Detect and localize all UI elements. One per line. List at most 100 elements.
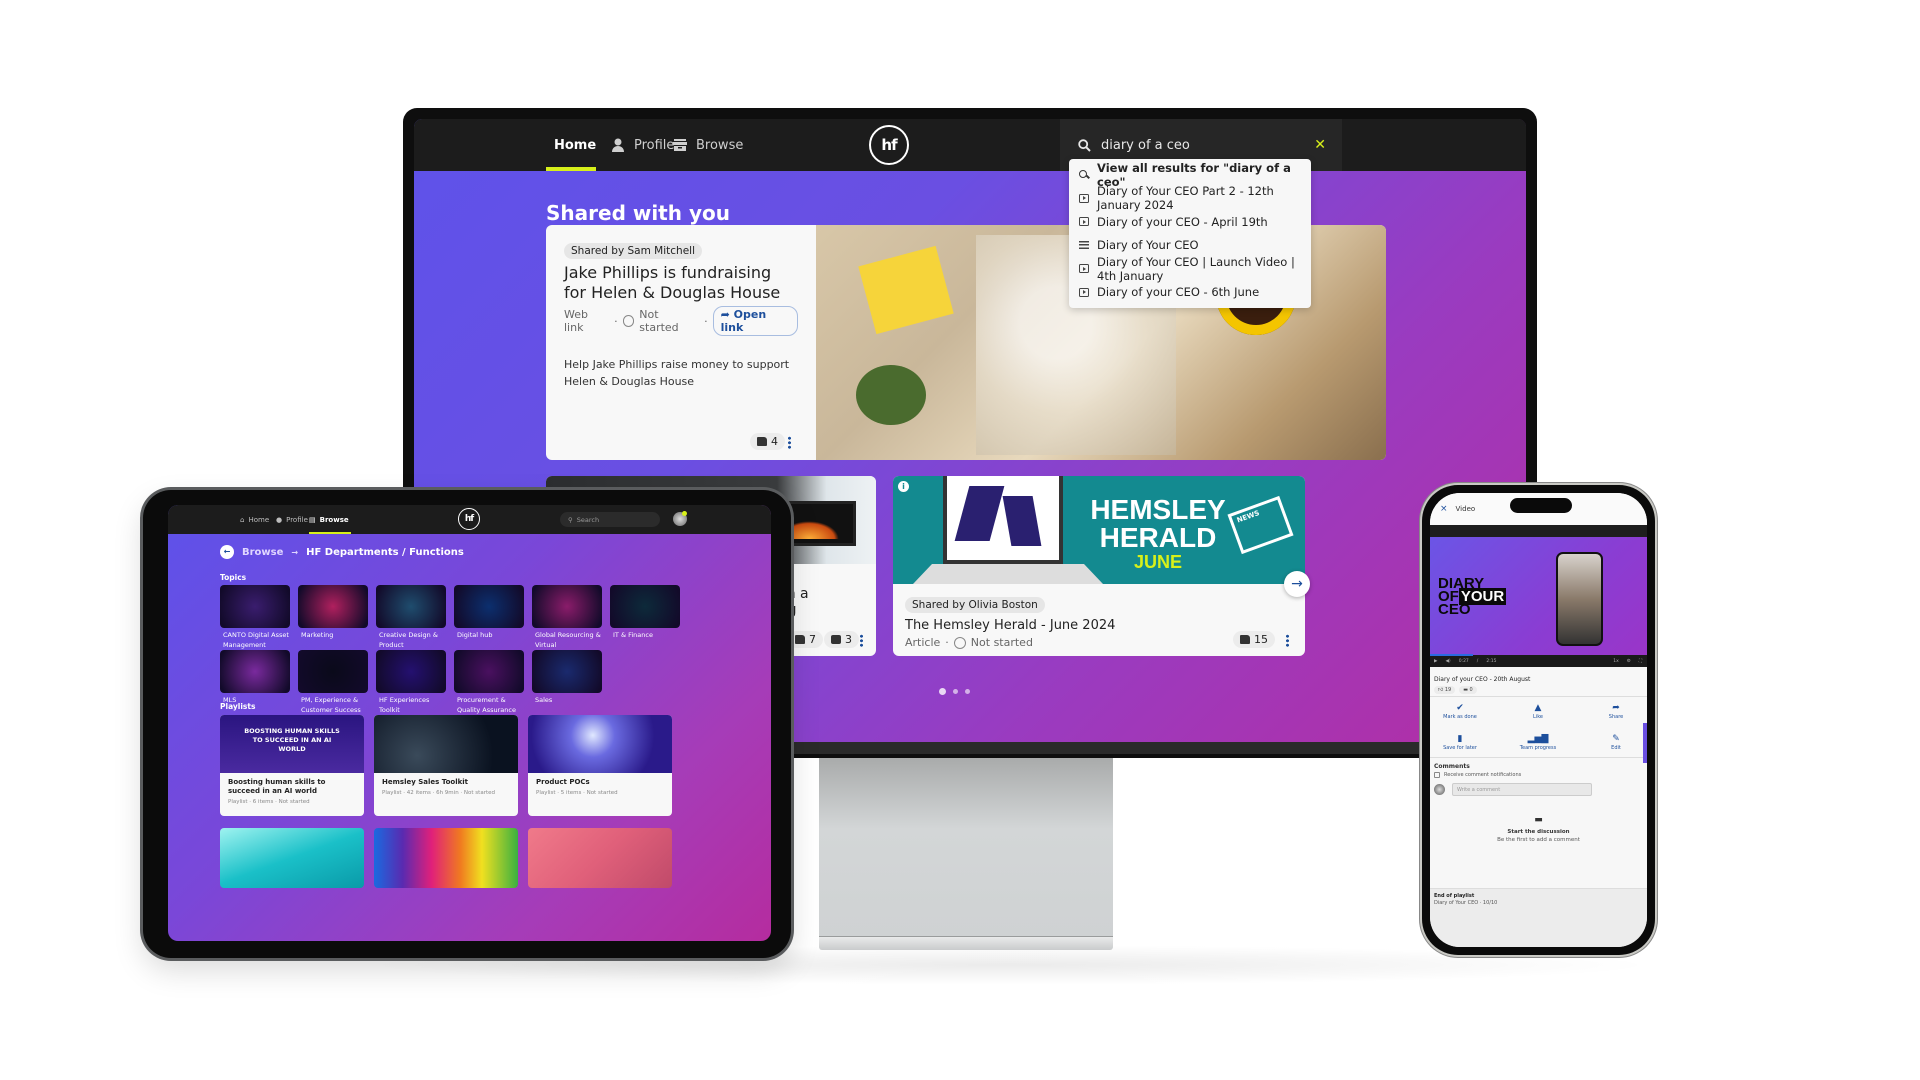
search-input[interactable]: diary of a ceo (1101, 138, 1190, 153)
monitor-stand (819, 758, 1113, 936)
carousel-dot[interactable] (965, 689, 970, 694)
tablet-nav-home[interactable]: ⌂ Home (240, 505, 269, 534)
like-count[interactable]: 4 (750, 433, 785, 450)
pencil-icon: ✎ (1612, 734, 1620, 744)
monitor-stand-base (819, 936, 1113, 950)
suggestion-item[interactable]: Diary of your CEO - April 19th (1069, 210, 1311, 234)
carousel-dot-active[interactable] (939, 688, 946, 695)
card-title: Jake Phillips is fundraising for Helen &… (564, 263, 781, 302)
suggestion-item[interactable]: Diary of Your CEO (1069, 234, 1311, 258)
share-icon: ➦ (1612, 703, 1620, 713)
topic-tile[interactable]: Global Resourcing & Virtual (532, 585, 602, 650)
action-label: Share (1608, 714, 1624, 720)
like-count[interactable]: 7 (788, 631, 823, 648)
share-button[interactable]: ➦ Share (1586, 703, 1646, 720)
video-player[interactable]: DIARY OF YOUR CEO (1430, 537, 1647, 655)
hf-logo[interactable]: hf (458, 508, 480, 530)
tablet-nav-profile[interactable]: ● Profile (276, 505, 308, 534)
playlist-card[interactable] (220, 828, 364, 888)
archive-box-icon: ▤ (309, 515, 316, 524)
nav-profile[interactable]: Profile (610, 119, 674, 171)
playlist-card[interactable] (528, 828, 672, 888)
empty-subtitle: Be the first to add a comment (1497, 837, 1580, 843)
close-icon[interactable]: × (1440, 504, 1448, 514)
topic-image (532, 650, 602, 693)
topic-tile[interactable]: CANTO Digital Asset Management Platform (220, 585, 290, 660)
team-progress-button[interactable]: ▂▅▇ Team progress (1508, 734, 1568, 751)
playlist-card[interactable] (374, 828, 518, 888)
footer-title: End of playlist (1434, 893, 1475, 899)
time-current: 0:27 (1458, 658, 1469, 664)
notification-dot (682, 511, 687, 516)
volume-icon[interactable]: ◀) (1445, 659, 1450, 664)
suggestion-item[interactable]: Diary of your CEO - 6th June (1069, 281, 1311, 305)
topic-tile[interactable]: Creative Design & Product (376, 585, 446, 650)
nav-home[interactable]: Home (546, 119, 596, 171)
notify-checkbox[interactable] (1434, 772, 1440, 778)
play-icon[interactable]: ▶ (1434, 659, 1437, 664)
back-button[interactable]: ← (220, 545, 234, 559)
suggestion-item[interactable]: Diary of Your CEO Part 2 - 12th January … (1069, 184, 1311, 213)
topics-heading: Topics (220, 573, 247, 582)
tablet-nav-browse[interactable]: ▤ Browse (309, 505, 351, 534)
carousel-dot[interactable] (953, 689, 958, 694)
like-count[interactable]: 15 (1233, 631, 1275, 648)
topic-tile[interactable]: Sales (532, 650, 602, 706)
carousel-next-button[interactable]: → (1284, 571, 1310, 597)
commenter-avatar (1434, 784, 1445, 795)
tablet-search-input[interactable]: ⚲ Search (560, 512, 660, 527)
fullscreen-icon[interactable]: ⛶ (1639, 658, 1647, 664)
save-for-later-button[interactable]: ▮ Save for later (1430, 734, 1490, 751)
open-link-button[interactable]: ➦ Open link (712, 306, 798, 336)
edit-button[interactable]: ✎ Edit (1586, 734, 1646, 751)
search-suggestions: View all results for "diary of a ceo" Di… (1069, 159, 1311, 308)
more-options-icon[interactable] (860, 634, 863, 647)
thumbs-up-icon: ▲ (1534, 703, 1542, 713)
like-count-value: 15 (1254, 633, 1268, 646)
playlist-image: BOOSTING HUMAN SKILLS TO SUCCEED IN AN A… (220, 715, 364, 773)
mark-as-done-button[interactable]: ✔ Mark as done (1430, 703, 1490, 720)
tablet-device: ⌂ Home ● Profile ▤ Browse hf ⚲ Search ← Brow… (143, 490, 791, 958)
herald-line2: HERALD (1099, 522, 1217, 553)
playback-speed[interactable]: 1x (1613, 659, 1619, 664)
card-description: Help Jake Phillips raise money to suppor… (564, 358, 790, 388)
suggestion-label: Diary of Your CEO Part 2 - 12th January … (1097, 184, 1274, 213)
like-count[interactable]: 👍︎ 19 (1434, 686, 1456, 694)
playlist-footer[interactable]: End of playlist Diary of Your CEO · 10/1… (1430, 888, 1647, 947)
topic-image (298, 650, 368, 693)
content-card-hemsley-herald[interactable]: i HEMSLEY HERALD JUNE NEWS Shared by Oli… (893, 476, 1305, 656)
topic-tile[interactable]: PM, Experience & Customer Success (298, 650, 368, 715)
topic-tile[interactable]: MLS (220, 650, 290, 706)
settings-icon[interactable]: ⚙ (1627, 659, 1631, 664)
topic-tile[interactable]: Procurement & Quality Assurance (454, 650, 524, 715)
playlist-card[interactable]: Hemsley Sales Toolkit Playlist · 42 item… (374, 715, 518, 816)
info-icon[interactable]: i (898, 481, 909, 492)
topic-label: PM, Experience & Customer Success (301, 696, 361, 714)
playlist-card[interactable]: Product POCs Playlist · 5 items · Not st… (528, 715, 672, 816)
more-options-icon[interactable] (1286, 634, 1289, 647)
topic-tile[interactable]: Marketing (298, 585, 368, 641)
comment-count[interactable]: ▬ 0 (1459, 686, 1477, 694)
topic-tile[interactable]: HF Experiences Toolkit (376, 650, 446, 715)
view-all-results[interactable]: View all results for "diary of a ceo" (1069, 161, 1311, 189)
hf-logo[interactable]: hf (869, 125, 909, 165)
scroll-indicator[interactable] (1643, 723, 1647, 763)
nav-browse[interactable]: Browse (672, 119, 743, 171)
topic-tile[interactable]: IT & Finance (610, 585, 680, 641)
footer-subtitle: Diary of Your CEO · 10/10 (1434, 900, 1498, 906)
topic-image (376, 585, 446, 628)
like-button[interactable]: ▲ Like (1508, 703, 1568, 720)
time-separator: / (1476, 658, 1479, 664)
video-progress[interactable] (1430, 654, 1474, 656)
breadcrumb-current: HF Departments / Functions (306, 546, 464, 558)
more-options-icon[interactable] (788, 436, 791, 449)
suggestion-item[interactable]: Diary of Your CEO | Launch Video | 4th J… (1069, 255, 1311, 283)
topic-tile[interactable]: Digital hub (454, 585, 524, 641)
playlist-card[interactable]: BOOSTING HUMAN SKILLS TO SUCCEED IN AN A… (220, 715, 364, 816)
comment-input[interactable]: Write a comment (1452, 783, 1592, 796)
comment-count[interactable]: 3 (824, 631, 859, 648)
topic-image (454, 650, 524, 693)
clear-search-icon[interactable]: ✕ (1314, 137, 1326, 153)
newspaper-icon: NEWS (1227, 495, 1294, 555)
breadcrumb-root[interactable]: Browse (242, 547, 283, 558)
